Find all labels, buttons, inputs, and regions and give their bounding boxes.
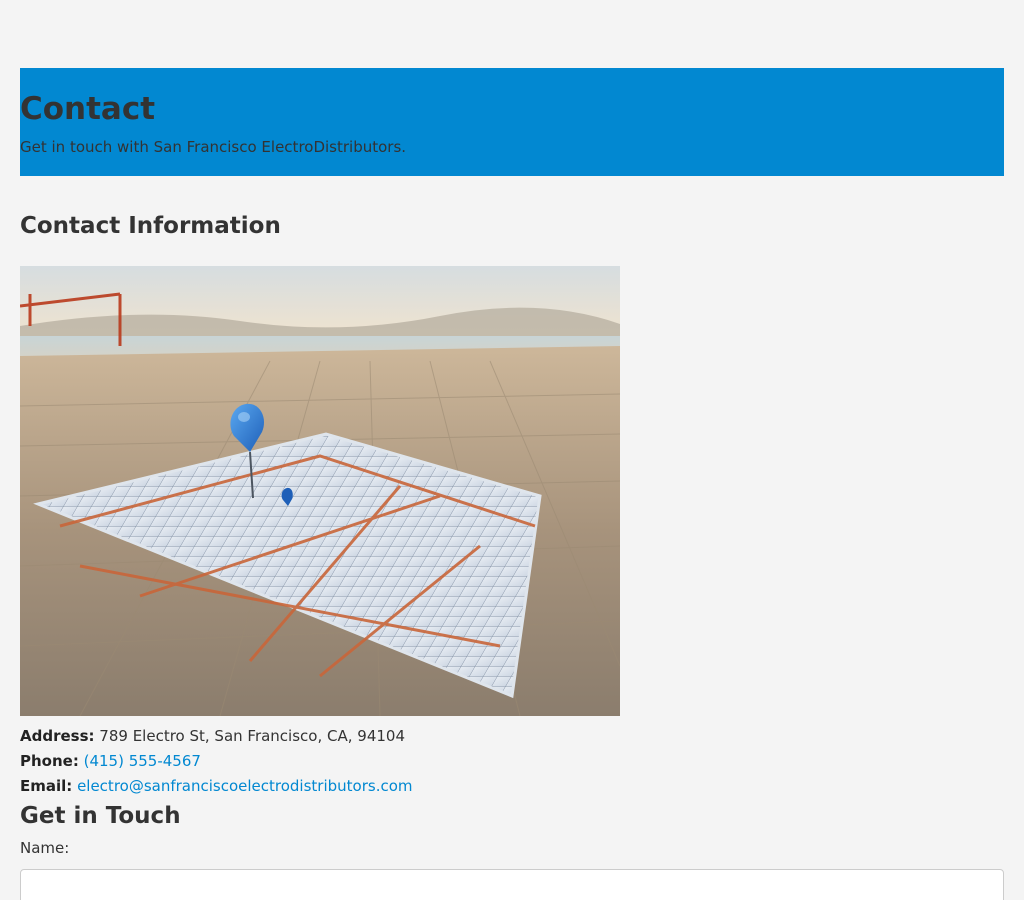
phone-line: Phone: (415) 555-4567	[20, 751, 201, 771]
phone-label: Phone:	[20, 752, 79, 770]
location-map-image	[20, 266, 620, 716]
contact-page: Contact Get in touch with San Francisco …	[0, 0, 1024, 900]
address-line: Address: 789 Electro St, San Francisco, …	[20, 726, 405, 746]
name-input[interactable]	[20, 869, 1004, 900]
name-label: Name:	[20, 839, 70, 857]
email-label: Email:	[20, 777, 73, 795]
phone-link[interactable]: (415) 555-4567	[84, 752, 201, 770]
address-label: Address:	[20, 727, 95, 745]
page-hero: Contact Get in touch with San Francisco …	[20, 68, 1004, 176]
page-subtitle: Get in touch with San Francisco ElectroD…	[20, 138, 407, 156]
address-value: 789 Electro St, San Francisco, CA, 94104	[99, 727, 405, 745]
get-in-touch-heading: Get in Touch	[20, 803, 181, 829]
email-line: Email: electro@sanfranciscoelectrodistri…	[20, 776, 413, 796]
email-link[interactable]: electro@sanfranciscoelectrodistributors.…	[77, 777, 412, 795]
contact-information-heading: Contact Information	[20, 213, 281, 239]
map-illustration	[20, 266, 620, 716]
page-title: Contact	[20, 91, 156, 127]
